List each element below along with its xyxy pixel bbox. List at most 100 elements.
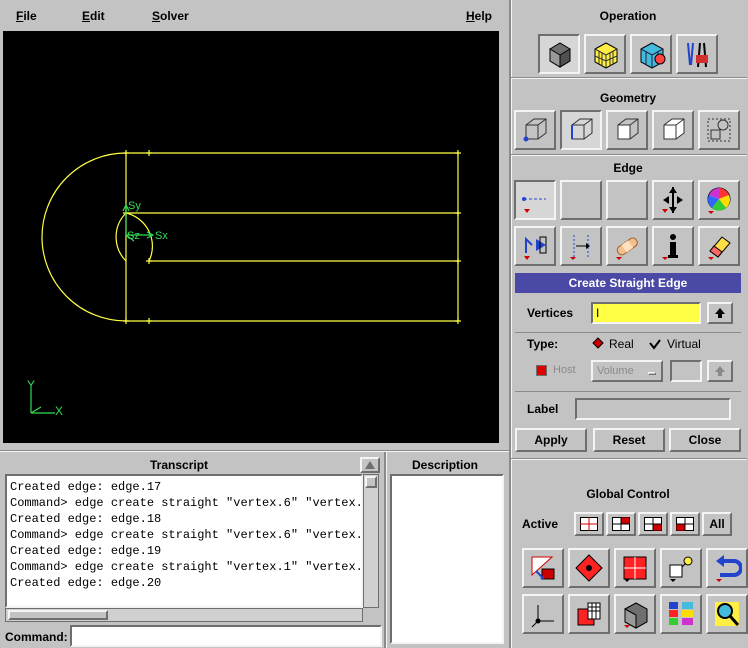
active-quadrant-all-button[interactable] xyxy=(574,512,604,536)
connect-edge-button[interactable] xyxy=(514,226,556,266)
transcript-line: Command> edge create straight "vertex.1"… xyxy=(10,560,363,574)
type-label: Type: xyxy=(527,337,559,351)
volume-button[interactable] xyxy=(652,110,694,150)
tools-operation-button[interactable] xyxy=(676,34,718,74)
vertex-marker[interactable] xyxy=(455,318,461,324)
disabled-edge-tool-2[interactable] xyxy=(606,180,648,220)
create-straight-edge-icon xyxy=(522,197,546,213)
group-button[interactable] xyxy=(698,110,740,150)
mesh-cube-icon xyxy=(594,42,618,69)
geometry-canvas[interactable]: Sy Sx Sz Y X xyxy=(3,31,499,443)
host-type-dropdown[interactable]: Volume xyxy=(591,360,663,382)
close-button[interactable]: Close xyxy=(669,428,741,452)
move-edge-button[interactable] xyxy=(652,180,694,220)
label-field[interactable] xyxy=(575,398,731,420)
vertex-marker[interactable] xyxy=(123,150,129,156)
transcript-scroll-up-button[interactable] xyxy=(360,457,380,473)
probe-button[interactable] xyxy=(706,594,748,634)
menu-solver[interactable]: Solver xyxy=(152,9,189,23)
quad-bottom-right-icon xyxy=(644,517,662,531)
color-blocks-button[interactable] xyxy=(660,594,702,634)
virtual-check-icon[interactable] xyxy=(649,338,661,350)
face-button[interactable] xyxy=(606,110,648,150)
active-quadrant-tr-button[interactable] xyxy=(606,512,636,536)
undo-button[interactable] xyxy=(706,548,748,588)
description-pane xyxy=(390,474,504,644)
edge-color-button[interactable] xyxy=(698,180,740,220)
transcript-line: Created edge: edge.17 xyxy=(10,480,162,494)
render-mesh-icon xyxy=(577,602,601,626)
menu-file[interactable]: File xyxy=(16,9,37,23)
specify-display-button[interactable] xyxy=(660,548,702,588)
vertex-marker[interactable] xyxy=(146,318,152,324)
active-quadrant-tl-button[interactable] xyxy=(670,512,700,536)
shade-model-button[interactable] xyxy=(614,594,656,634)
delete-edge-button[interactable] xyxy=(698,226,740,266)
zones-operation-button[interactable] xyxy=(630,34,672,74)
apply-label: Apply xyxy=(534,433,568,447)
active-quadrant-br-button[interactable] xyxy=(638,512,668,536)
vertex-marker[interactable] xyxy=(146,150,152,156)
scrollbar-thumb[interactable] xyxy=(365,476,377,488)
triad-y-label: Y xyxy=(27,378,35,392)
apply-button[interactable]: Apply xyxy=(515,428,587,452)
menu-help[interactable]: Help xyxy=(466,9,492,23)
host-pick-button[interactable] xyxy=(707,360,733,382)
disabled-edge-tool-1[interactable] xyxy=(560,180,602,220)
section-divider xyxy=(511,154,747,156)
transcript-horizontal-scrollbar[interactable] xyxy=(5,608,363,622)
vertices-field[interactable]: I xyxy=(591,302,701,324)
transcript-line: Created edge: edge.20 xyxy=(10,576,162,590)
vertex-button[interactable] xyxy=(514,110,556,150)
transcript-vertical-scrollbar[interactable] xyxy=(363,474,379,608)
vertex-marker[interactable] xyxy=(455,210,461,216)
geometry-operation-button[interactable] xyxy=(538,34,580,74)
form-title-bar: Create Straight Edge xyxy=(515,273,741,293)
axis-triad-button[interactable] xyxy=(522,594,564,634)
transcript-pane[interactable]: Created edge: edge.17 Command> edge creat… xyxy=(5,474,363,608)
label-label: Label xyxy=(527,402,559,416)
menu-bar: File Edit Solver Help xyxy=(0,0,510,30)
vertex-marker[interactable] xyxy=(455,258,461,264)
diamond-target-icon xyxy=(575,554,603,582)
select-visible-button[interactable] xyxy=(568,548,610,588)
vertex-marker[interactable] xyxy=(455,150,461,156)
orient-model-button[interactable] xyxy=(614,548,656,588)
scrollbar-thumb[interactable] xyxy=(8,610,108,620)
modify-edge-button[interactable] xyxy=(606,226,648,266)
scroll-up-icon xyxy=(365,461,375,469)
split-edge-button[interactable] xyxy=(560,226,602,266)
command-label: Command: xyxy=(5,630,68,644)
quad-grid-icon xyxy=(580,517,598,531)
color-wheel-icon xyxy=(707,187,731,214)
pane-separator xyxy=(384,452,387,648)
vertex-marker[interactable] xyxy=(123,318,129,324)
mesh-operation-button[interactable] xyxy=(584,34,626,74)
graphics-window[interactable]: Sy Sx Sz Y X xyxy=(3,31,499,443)
menu-edit[interactable]: Edit xyxy=(82,9,105,23)
active-label: Active xyxy=(522,517,559,531)
host-entity-field[interactable] xyxy=(670,360,702,382)
vertices-pick-button[interactable] xyxy=(707,302,733,324)
origin-y-label: Sy xyxy=(128,200,141,212)
real-radio-icon[interactable] xyxy=(592,337,604,349)
active-all-button[interactable]: All xyxy=(702,512,732,536)
fit-window-icon xyxy=(531,556,555,580)
edge-title: Edge xyxy=(613,161,643,175)
vertex-marker[interactable] xyxy=(146,258,152,264)
reset-button[interactable]: Reset xyxy=(593,428,665,452)
magnifier-icon xyxy=(715,602,740,626)
host-checkbox[interactable] xyxy=(536,365,547,376)
create-straight-edge-form: Create Straight Edge Vertices I Type: Re… xyxy=(511,269,745,457)
render-model-button[interactable] xyxy=(568,594,610,634)
create-edge-button[interactable] xyxy=(514,180,556,220)
fit-to-window-button[interactable] xyxy=(522,548,564,588)
real-radio-label[interactable]: Real xyxy=(609,337,634,351)
triad-x-label: X xyxy=(55,404,63,418)
virtual-label[interactable]: Virtual xyxy=(667,337,701,351)
edge-button[interactable] xyxy=(560,110,602,150)
summarize-edge-button[interactable] xyxy=(652,226,694,266)
transcript-text: Created edge: edge.17 Command> edge creat… xyxy=(10,479,363,591)
command-input[interactable] xyxy=(70,625,382,647)
geometry-title: Geometry xyxy=(599,91,657,105)
